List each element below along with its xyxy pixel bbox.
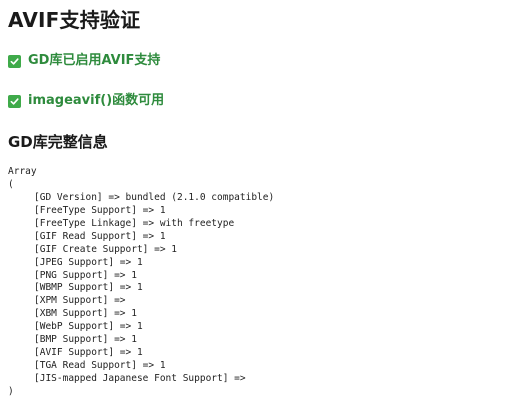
dump-line: [AVIF Support] => 1 xyxy=(34,347,143,359)
page-title: AVIF支持验证 xyxy=(8,8,141,32)
dump-line: [FreeType Linkage] => with freetype xyxy=(34,217,235,229)
dump-line: [GIF Read Support] => 1 xyxy=(34,230,166,242)
check-imageavif-function: imageavif()函数可用 xyxy=(8,92,524,110)
page-content: AVIF支持验证 GD库已启用AVIF支持 imageavif()函数可用 GD… xyxy=(8,0,524,399)
dump-line: [XPM Support] => xyxy=(34,295,126,307)
dump-line: [JIS-mapped Japanese Font Support] => xyxy=(34,373,246,384)
gd-info-dump: Array( [GD Version] => bundled (2.1.0 com… xyxy=(8,166,524,399)
check-label: imageavif()函数可用 xyxy=(28,93,165,108)
dump-line: [XBM Support] => 1 xyxy=(34,308,137,320)
dump-line: [GD Version] => bundled (2.1.0 compatibl… xyxy=(34,191,275,203)
dump-array-open: Array xyxy=(8,166,37,177)
dump-line: [WBMP Support] => 1 xyxy=(34,282,143,294)
dump-paren-close: ) xyxy=(8,385,14,397)
check-gd-avif: GD库已启用AVIF支持 xyxy=(8,52,524,70)
dump-paren-open: ( xyxy=(8,178,14,190)
dump-line: [WebP Support] => 1 xyxy=(34,321,143,333)
section-title: GD库完整信息 xyxy=(8,133,108,151)
dump-line: [PNG Support] => 1 xyxy=(34,269,137,281)
dump-line: [JPEG Support] => 1 xyxy=(34,256,143,268)
check-mark-icon xyxy=(8,94,21,108)
check-mark-icon xyxy=(8,54,21,68)
dump-line: [FreeType Support] => 1 xyxy=(34,204,166,216)
dump-line: [GIF Create Support] => 1 xyxy=(34,243,177,255)
dump-line: [TGA Read Support] => 1 xyxy=(34,360,166,372)
dump-line: [BMP Support] => 1 xyxy=(34,334,137,346)
check-label: GD库已启用AVIF支持 xyxy=(28,53,161,68)
